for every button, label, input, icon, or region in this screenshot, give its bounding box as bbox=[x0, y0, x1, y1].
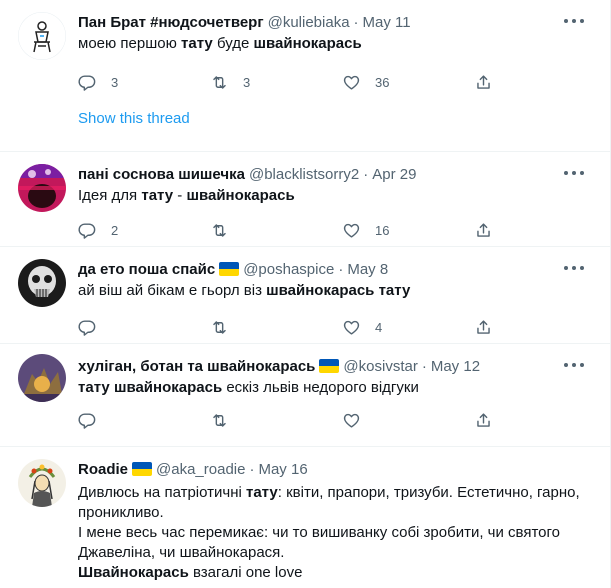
author-handle[interactable]: @kosivstar bbox=[343, 358, 417, 375]
retweet-count: 3 bbox=[243, 74, 251, 90]
author-handle[interactable]: @kuliebiaka bbox=[268, 14, 350, 31]
tweet[interactable]: Roadie @aka_roadie · May 16 Дивлюсь на п… bbox=[0, 447, 610, 588]
tweet[interactable]: хуліган, ботан та швайнокарась @kosivsta… bbox=[0, 344, 610, 447]
retweet-button[interactable] bbox=[210, 411, 342, 430]
retweet-icon bbox=[213, 413, 226, 427]
avatar[interactable] bbox=[18, 354, 66, 402]
author-name[interactable]: Roadie bbox=[78, 461, 128, 478]
reply-button[interactable]: 2 bbox=[78, 221, 210, 240]
ukraine-flag-icon bbox=[219, 262, 240, 276]
tweet[interactable]: Пан Брат #нюдсочетверг @kuliebiaka · May… bbox=[0, 0, 610, 152]
separator: · bbox=[249, 460, 255, 478]
more-icon[interactable] bbox=[564, 14, 584, 28]
like-button[interactable]: 4 bbox=[342, 318, 474, 337]
ukraine-flag-icon bbox=[319, 359, 340, 373]
show-thread-link[interactable]: Show this thread bbox=[78, 98, 594, 145]
author-name[interactable]: пані соснова шишечка bbox=[78, 166, 245, 183]
reply-button[interactable] bbox=[78, 318, 210, 337]
reply-button[interactable] bbox=[78, 411, 210, 430]
tweet[interactable]: да ето поша спайс @poshaspice · May 8 ай… bbox=[0, 247, 610, 344]
author-name[interactable]: да ето поша спайс bbox=[78, 261, 215, 278]
share-button[interactable] bbox=[474, 221, 504, 240]
separator: · bbox=[338, 260, 344, 278]
avatar[interactable] bbox=[18, 259, 66, 307]
author-name[interactable]: Пан Брат #нюдсочетверг bbox=[78, 14, 264, 31]
like-icon bbox=[343, 75, 360, 90]
reply-count: 3 bbox=[111, 74, 119, 90]
tweet-actions: 2 16 bbox=[78, 214, 518, 246]
tweet-actions bbox=[78, 404, 518, 436]
retweet-icon bbox=[213, 223, 226, 237]
tweet-text: ай віш ай бікам е гьорл віз швайнокарась… bbox=[78, 282, 411, 299]
avatar[interactable] bbox=[18, 164, 66, 212]
like-icon bbox=[343, 223, 360, 238]
retweet-icon bbox=[213, 320, 226, 334]
tweet-text: тату швайнокарась ескіз львів недорого в… bbox=[78, 379, 419, 396]
like-icon bbox=[343, 320, 360, 335]
like-button[interactable]: 36 bbox=[342, 73, 474, 92]
ukraine-flag-icon bbox=[132, 462, 153, 476]
tweet[interactable]: пані соснова шишечка @blacklistsorry2 · … bbox=[0, 152, 610, 247]
tweet-date[interactable]: May 12 bbox=[431, 358, 480, 375]
tweet-text: моею першою тату буде швайнокарась bbox=[78, 35, 362, 52]
share-icon bbox=[477, 74, 490, 89]
retweet-icon bbox=[213, 75, 226, 89]
reply-icon bbox=[78, 319, 96, 336]
tweet-text: Дивлюсь на патріотичні тату: квіти, прап… bbox=[78, 484, 580, 581]
tweet-text: Ідея для тату - швайнокарась bbox=[78, 187, 295, 204]
retweet-button[interactable]: 3 bbox=[210, 73, 342, 92]
separator: · bbox=[421, 357, 427, 375]
separator: · bbox=[353, 13, 359, 31]
reply-icon bbox=[78, 412, 96, 429]
share-icon bbox=[477, 222, 490, 237]
tweet-actions: 3 3 36 bbox=[78, 66, 518, 98]
reply-button[interactable]: 3 bbox=[78, 73, 210, 92]
retweet-button[interactable] bbox=[210, 318, 342, 337]
like-button[interactable]: 16 bbox=[342, 221, 474, 240]
more-icon[interactable] bbox=[564, 166, 584, 180]
author-handle[interactable]: @poshaspice bbox=[243, 261, 334, 278]
tweet-date[interactable]: May 16 bbox=[258, 461, 307, 478]
like-count: 16 bbox=[375, 222, 390, 238]
share-icon bbox=[477, 412, 490, 427]
more-icon[interactable] bbox=[564, 358, 584, 372]
separator: · bbox=[363, 165, 369, 183]
reply-icon bbox=[78, 74, 96, 91]
reply-icon bbox=[78, 222, 96, 239]
tweet-actions: 4 bbox=[78, 311, 518, 343]
avatar[interactable] bbox=[18, 459, 66, 507]
author-handle[interactable]: @aka_roadie bbox=[156, 461, 245, 478]
tweet-date[interactable]: Apr 29 bbox=[372, 166, 416, 183]
search-results-feed: Пан Брат #нюдсочетверг @kuliebiaka · May… bbox=[0, 0, 611, 588]
tweet-date[interactable]: May 11 bbox=[363, 14, 411, 31]
avatar[interactable] bbox=[18, 12, 66, 60]
like-count: 36 bbox=[375, 74, 390, 90]
author-name[interactable]: хуліган, ботан та швайнокарась bbox=[78, 358, 315, 375]
tweet-date[interactable]: May 8 bbox=[347, 261, 388, 278]
like-icon bbox=[343, 413, 360, 428]
reply-count: 2 bbox=[111, 222, 119, 238]
like-button[interactable] bbox=[342, 411, 474, 430]
share-icon bbox=[477, 319, 490, 334]
share-button[interactable] bbox=[474, 318, 504, 337]
share-button[interactable] bbox=[474, 73, 504, 92]
share-button[interactable] bbox=[474, 411, 504, 430]
retweet-button[interactable] bbox=[210, 221, 342, 240]
more-icon[interactable] bbox=[564, 261, 584, 275]
author-handle[interactable]: @blacklistsorry2 bbox=[249, 166, 359, 183]
like-count: 4 bbox=[375, 319, 383, 335]
